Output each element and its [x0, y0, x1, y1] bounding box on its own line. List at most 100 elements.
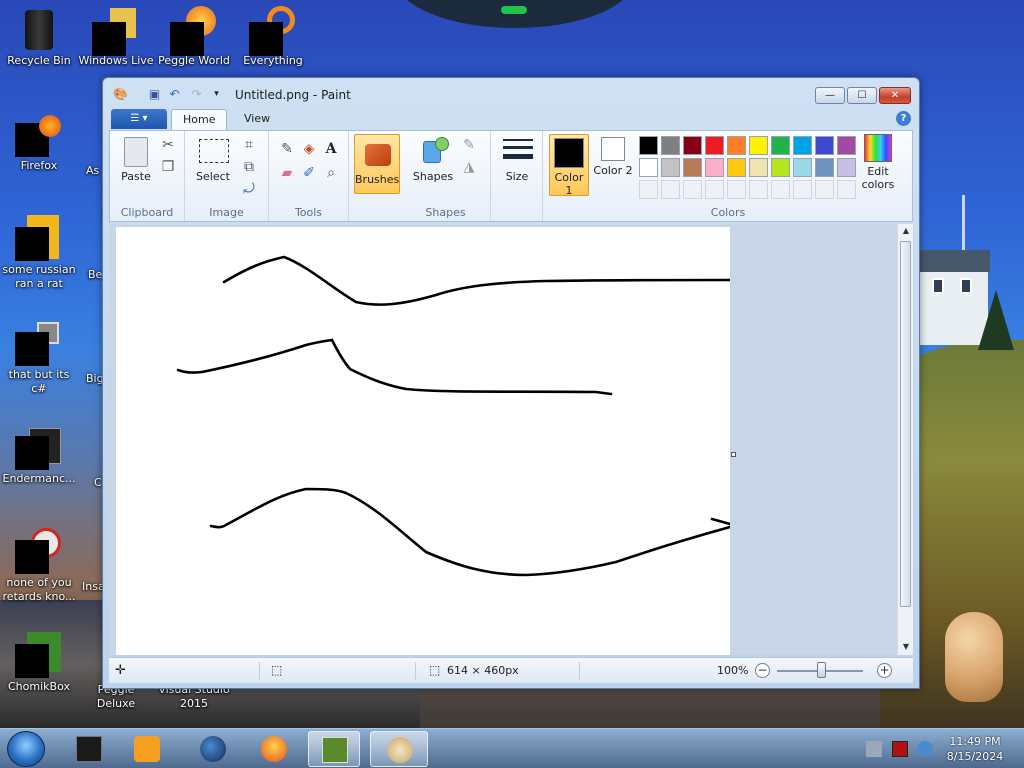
paint-app-icon[interactable]: 🎨	[113, 87, 128, 102]
magnifier-icon[interactable]: ⌕	[321, 163, 341, 183]
palette-swatch[interactable]	[771, 158, 790, 177]
palette-swatch[interactable]	[749, 136, 768, 155]
customize-qat-icon[interactable]: ▾	[209, 87, 224, 102]
palette-swatch[interactable]	[793, 158, 812, 177]
palette-swatch[interactable]	[727, 136, 746, 155]
help-icon[interactable]: ?	[896, 111, 911, 126]
desktop-icon-none-of-you[interactable]: none of you retards kno...	[1, 528, 77, 604]
palette-swatch-empty[interactable]	[793, 180, 812, 199]
palette-swatch[interactable]	[749, 158, 768, 177]
taskbar-item-paint[interactable]	[370, 731, 428, 767]
paint-menu-button[interactable]: ☰ ▾	[111, 109, 167, 129]
palette-swatch[interactable]	[639, 158, 658, 177]
tray-network-icon[interactable]	[866, 741, 882, 757]
fill-shape-icon[interactable]: ◮	[459, 157, 479, 177]
paint-icon	[387, 737, 413, 763]
close-button[interactable]: ✕	[879, 87, 911, 104]
palette-swatch-empty[interactable]	[749, 180, 768, 199]
resize-icon[interactable]: ⧉	[239, 157, 259, 177]
palette-swatch[interactable]	[793, 136, 812, 155]
palette-swatch-empty[interactable]	[771, 180, 790, 199]
shapes-group: Shapes ✎ ◮ Shapes	[401, 131, 491, 221]
desktop-icon-some-russian-ran-a-rat[interactable]: some russian ran a rat	[1, 215, 77, 291]
palette-swatch[interactable]	[815, 136, 834, 155]
taskbar-item-firefox[interactable]	[248, 731, 300, 767]
taskbar-item-chomikbox[interactable]	[308, 731, 360, 767]
palette-swatch-empty[interactable]	[639, 180, 658, 199]
ribbon: Paste ✂ ❐ Clipboard Select ⌗ ⧉ ⤾ Image ✎…	[109, 130, 913, 222]
save-icon[interactable]: ▣	[147, 87, 162, 102]
zoom-in-button[interactable]: +	[877, 663, 892, 678]
paste-button[interactable]: Paste	[116, 135, 156, 183]
palette-swatch[interactable]	[683, 136, 702, 155]
rotate-icon[interactable]: ⤾	[239, 179, 259, 199]
palette-swatch-empty[interactable]	[683, 180, 702, 199]
fill-icon[interactable]: ◈	[299, 139, 319, 159]
taskbar-item-media-player[interactable]	[121, 731, 173, 767]
taskbar-clock[interactable]: 11:49 PM 8/15/2024	[940, 734, 1010, 764]
tab-view[interactable]: View	[233, 109, 281, 130]
palette-swatch[interactable]	[815, 158, 834, 177]
desktop-icon-windows-live[interactable]: Windows Live	[78, 6, 154, 68]
zoom-out-button[interactable]: −	[755, 663, 770, 678]
palette-swatch-empty[interactable]	[727, 180, 746, 199]
palette-swatch[interactable]	[661, 158, 680, 177]
scroll-down-arrow[interactable]: ▼	[898, 640, 914, 654]
desktop-icon-endermanch[interactable]: Endermanc...	[1, 424, 77, 486]
stroke-2	[176, 338, 613, 396]
text-icon[interactable]: A	[321, 139, 341, 159]
palette-swatch-empty[interactable]	[815, 180, 834, 199]
tab-home[interactable]: Home	[171, 109, 228, 130]
zoom-slider-thumb[interactable]	[817, 662, 826, 678]
desktop-icon-recycle-bin[interactable]: Recycle Bin	[1, 6, 77, 68]
drawing-canvas[interactable]	[116, 227, 732, 655]
tray-monitor-icon[interactable]	[892, 741, 908, 757]
title-bar[interactable]: 🎨 ▣ ↶ ↷ ▾ Untitled.png - Paint — ☐ ✕	[103, 78, 919, 108]
crop-icon[interactable]: ⌗	[239, 135, 259, 155]
taskbar-item-browser[interactable]	[187, 731, 239, 767]
desktop-icon-chomikbox[interactable]: ChomikBox	[1, 632, 77, 694]
color1-button[interactable]: Color 1	[549, 134, 589, 197]
minimize-button[interactable]: —	[815, 87, 845, 104]
palette-swatch[interactable]	[771, 136, 790, 155]
edit-colors-icon	[864, 134, 892, 162]
start-button[interactable]	[7, 731, 45, 767]
brushes-button[interactable]: Brushes	[354, 134, 400, 194]
desktop-icon-firefox[interactable]: Firefox	[1, 111, 77, 173]
color-picker-icon[interactable]: ✐	[299, 163, 319, 183]
palette-swatch[interactable]	[705, 158, 724, 177]
canvas-area[interactable]	[109, 224, 905, 655]
scroll-up-arrow[interactable]: ▲	[898, 224, 914, 238]
palette-swatch[interactable]	[639, 136, 658, 155]
maximize-button[interactable]: ☐	[847, 87, 877, 104]
canvas-resize-handle[interactable]	[731, 452, 736, 457]
tray-volume-icon[interactable]	[917, 741, 933, 757]
undo-icon[interactable]: ↶	[167, 87, 182, 102]
palette-swatch[interactable]	[705, 136, 724, 155]
scrollbar-thumb[interactable]	[900, 241, 911, 607]
paint-window[interactable]: 🎨 ▣ ↶ ↷ ▾ Untitled.png - Paint — ☐ ✕ ☰ ▾…	[102, 77, 920, 689]
taskbar-item-terminal[interactable]	[63, 731, 115, 767]
ribbon-tabs: ☰ ▾ Home View ?	[111, 108, 913, 130]
pencil-icon[interactable]: ✎	[277, 139, 297, 159]
cut-icon[interactable]: ✂	[158, 135, 178, 155]
copy-icon[interactable]: ❐	[158, 157, 178, 177]
eraser-icon[interactable]: ▰	[277, 163, 297, 183]
shapes-button[interactable]: Shapes	[411, 135, 455, 183]
palette-swatch-empty[interactable]	[661, 180, 680, 199]
vertical-scrollbar[interactable]: ▲ ▼	[897, 224, 913, 655]
size-button[interactable]: Size	[497, 135, 537, 183]
palette-swatch-empty[interactable]	[705, 180, 724, 199]
select-button[interactable]: Select	[191, 135, 235, 183]
color2-button[interactable]: Color 2	[593, 137, 633, 177]
desktop-icon-that-but-its-csharp[interactable]: that but its c#	[1, 320, 77, 396]
select-icon	[197, 135, 229, 167]
palette-swatch[interactable]	[727, 158, 746, 177]
desktop-icon-peggle-world[interactable]: Peggle World	[156, 6, 232, 68]
edit-colors-button[interactable]: Edit colors	[853, 134, 903, 191]
outline-icon[interactable]: ✎	[459, 135, 479, 155]
desktop-icon-everything[interactable]: Everything	[235, 6, 311, 68]
redo-icon[interactable]: ↷	[189, 87, 204, 102]
palette-swatch[interactable]	[683, 158, 702, 177]
palette-swatch[interactable]	[661, 136, 680, 155]
